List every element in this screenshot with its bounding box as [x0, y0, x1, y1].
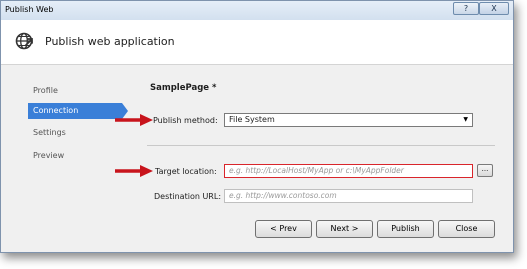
- window-close-button[interactable]: X: [479, 2, 509, 15]
- globe-publish-icon: [15, 32, 33, 50]
- header-title: Publish web application: [45, 35, 175, 48]
- annotation-arrow-icon: [115, 165, 153, 177]
- title-bar: Publish Web ? X: [1, 1, 513, 21]
- prev-button[interactable]: < Prev: [255, 220, 312, 238]
- publish-method-select[interactable]: File System ▼: [224, 113, 473, 127]
- publish-method-value: File System: [229, 115, 275, 124]
- annotation-arrow-icon: [115, 114, 153, 126]
- destination-url-label: Destination URL:: [154, 192, 222, 201]
- browse-button[interactable]: ...: [477, 164, 493, 177]
- dialog-header: Publish web application: [1, 20, 513, 65]
- target-location-input[interactable]: e.g. http://LocalHost/MyApp or c:\MyAppF…: [224, 164, 473, 178]
- sidebar-item-settings[interactable]: Settings: [28, 125, 122, 141]
- section-divider: [147, 145, 495, 146]
- next-button[interactable]: Next >: [316, 220, 373, 238]
- publish-method-label: Publish method:: [153, 116, 218, 125]
- help-button[interactable]: ?: [453, 2, 479, 15]
- sidebar-item-connection[interactable]: Connection: [28, 103, 122, 119]
- sidebar-item-label: Settings: [33, 128, 66, 137]
- window-title: Publish Web: [5, 5, 54, 14]
- sidebar-item-preview[interactable]: Preview: [28, 148, 122, 164]
- sidebar-item-label: Profile: [33, 86, 58, 95]
- target-location-label: Target location:: [155, 167, 217, 176]
- chevron-down-icon: ▼: [463, 116, 468, 123]
- publish-button[interactable]: Publish: [377, 220, 434, 238]
- sidebar-item-profile[interactable]: Profile: [28, 83, 122, 99]
- sidebar-item-label: Connection: [33, 106, 79, 115]
- close-button[interactable]: Close: [438, 220, 495, 238]
- page-title: SamplePage *: [150, 83, 217, 93]
- destination-url-input[interactable]: e.g. http://www.contoso.com: [224, 189, 473, 203]
- sidebar-item-label: Preview: [33, 151, 65, 160]
- publish-web-dialog: Publish Web ? X Publish web application …: [0, 0, 514, 253]
